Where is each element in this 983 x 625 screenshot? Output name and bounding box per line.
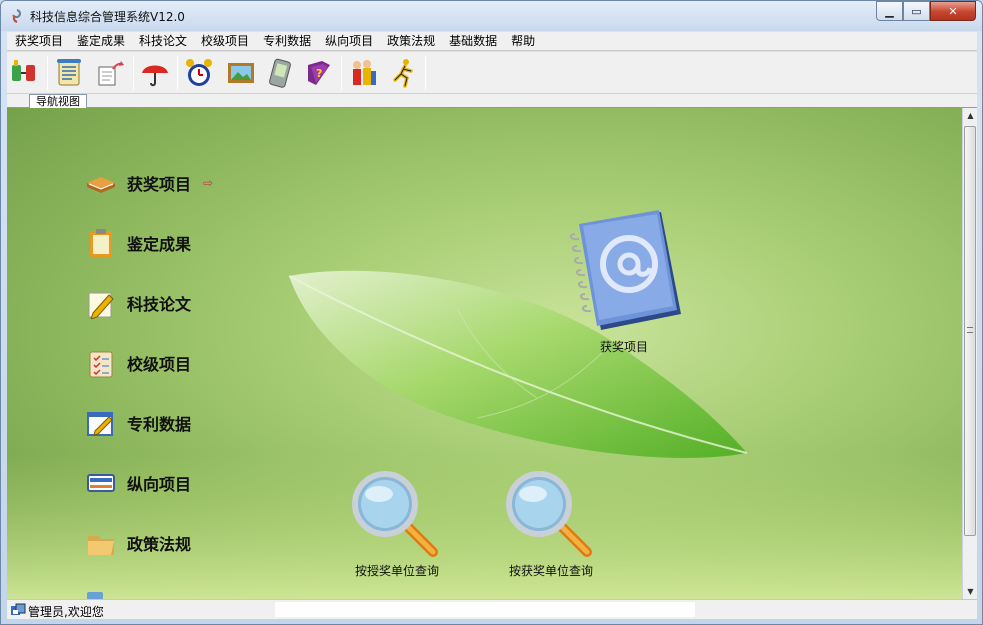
menu-papers[interactable]: 科技论文 — [131, 32, 193, 51]
nav-item-policies[interactable]: 政策法规 — [85, 526, 265, 560]
nav-item-label: 鉴定成果 — [127, 235, 192, 254]
navigation-view: 获奖项目 ⇨ 鉴定成果 科技论文 校级项目 专利数据 纵向项目 政策法规 获奖项… — [7, 108, 962, 599]
app-logo-icon — [12, 9, 22, 23]
help-book-icon[interactable]: ? — [303, 57, 335, 89]
umbrella-icon[interactable] — [139, 57, 171, 89]
active-arrow-icon: ⇨ — [203, 176, 214, 190]
card-icon — [85, 467, 117, 499]
menu-bar: 获奖项目 鉴定成果 科技论文 校级项目 专利数据 纵向项目 政策法规 基础数据 … — [7, 32, 977, 51]
nav-item-label: 科技论文 — [127, 295, 192, 314]
magnifier-icon — [352, 471, 438, 557]
nav-item-appraisal[interactable]: 鉴定成果 — [85, 226, 265, 260]
menu-appraisal[interactable]: 鉴定成果 — [69, 32, 131, 51]
connect-icon[interactable] — [9, 57, 41, 89]
running-man-icon[interactable] — [387, 57, 419, 89]
export-icon[interactable] — [95, 57, 127, 89]
picture-icon[interactable] — [225, 57, 257, 89]
status-panel — [275, 602, 695, 617]
clipboard-icon — [85, 227, 117, 259]
close-button[interactable]: ✕ — [930, 1, 976, 21]
menu-policies[interactable]: 政策法规 — [379, 32, 441, 51]
nav-item-school-projects[interactable]: 校级项目 — [85, 346, 265, 380]
partial-nav-item-icon — [87, 592, 103, 599]
users-icon[interactable] — [347, 57, 379, 89]
folder-icon — [85, 527, 117, 559]
status-welcome-text: 管理员,欢迎您 — [28, 605, 104, 619]
view-tab-strip: 导航视图 — [7, 94, 977, 108]
document-scroll-icon[interactable] — [53, 57, 85, 89]
maximize-button[interactable]: ▭ — [903, 1, 930, 21]
book-icon — [85, 167, 117, 199]
pencil-paper-icon — [85, 287, 117, 320]
nav-item-label: 专利数据 — [127, 415, 192, 434]
app-window: 科技信息综合管理系统V12.0 ▁ ▭ ✕ 获奖项目 鉴定成果 科技论文 校级项… — [0, 0, 983, 625]
nav-item-label: 获奖项目 — [127, 175, 192, 194]
user-status-icon — [11, 603, 26, 615]
nav-item-papers[interactable]: 科技论文 — [85, 286, 265, 320]
scroll-up-arrow-icon[interactable]: ▲ — [965, 110, 976, 121]
status-bar: 管理员,欢迎您 — [7, 599, 977, 619]
query-award-unit-label: 按授奖单位查询 — [354, 564, 439, 578]
edit-window-icon — [85, 407, 117, 439]
address-book-icon — [569, 210, 681, 330]
vertical-scrollbar[interactable]: ▲ ▼ — [962, 108, 977, 599]
minimize-button[interactable]: ▁ — [876, 1, 903, 21]
nav-item-label: 政策法规 — [127, 535, 192, 554]
nav-item-patents[interactable]: 专利数据 — [85, 406, 265, 440]
svg-text:?: ? — [316, 67, 322, 80]
nav-item-awards[interactable]: 获奖项目 ⇨ — [85, 166, 265, 200]
checklist-icon — [85, 347, 117, 379]
menu-help[interactable]: 帮助 — [503, 32, 541, 51]
menu-vertical-projects[interactable]: 纵向项目 — [317, 32, 379, 51]
award-projects-big-button[interactable]: 获奖项目 — [559, 208, 689, 355]
magnifier-icon — [506, 471, 592, 557]
menu-awards[interactable]: 获奖项目 — [7, 32, 69, 51]
scroll-thumb[interactable] — [964, 126, 976, 536]
nav-item-vertical-projects[interactable]: 纵向项目 — [85, 466, 265, 500]
query-winner-unit-button[interactable]: 按获奖单位查询 — [491, 468, 611, 579]
window-title: 科技信息综合管理系统V12.0 — [30, 10, 185, 24]
title-bar[interactable]: 科技信息综合管理系统V12.0 ▁ ▭ ✕ — [1, 1, 982, 31]
nav-item-label: 纵向项目 — [127, 475, 192, 494]
pda-icon[interactable] — [263, 57, 295, 89]
alarm-clock-icon[interactable] — [183, 57, 215, 89]
scroll-down-arrow-icon[interactable]: ▼ — [965, 586, 976, 597]
menu-base-data[interactable]: 基础数据 — [441, 32, 503, 51]
toolbar: ? — [7, 52, 977, 94]
menu-school-projects[interactable]: 校级项目 — [193, 32, 255, 51]
query-winner-unit-label: 按获奖单位查询 — [508, 564, 593, 578]
address-book-label: 获奖项目 — [599, 340, 648, 354]
menu-patents[interactable]: 专利数据 — [255, 32, 317, 51]
nav-item-label: 校级项目 — [127, 355, 192, 374]
query-award-unit-button[interactable]: 按授奖单位查询 — [337, 468, 457, 579]
tab-nav-view[interactable]: 导航视图 — [29, 94, 87, 108]
